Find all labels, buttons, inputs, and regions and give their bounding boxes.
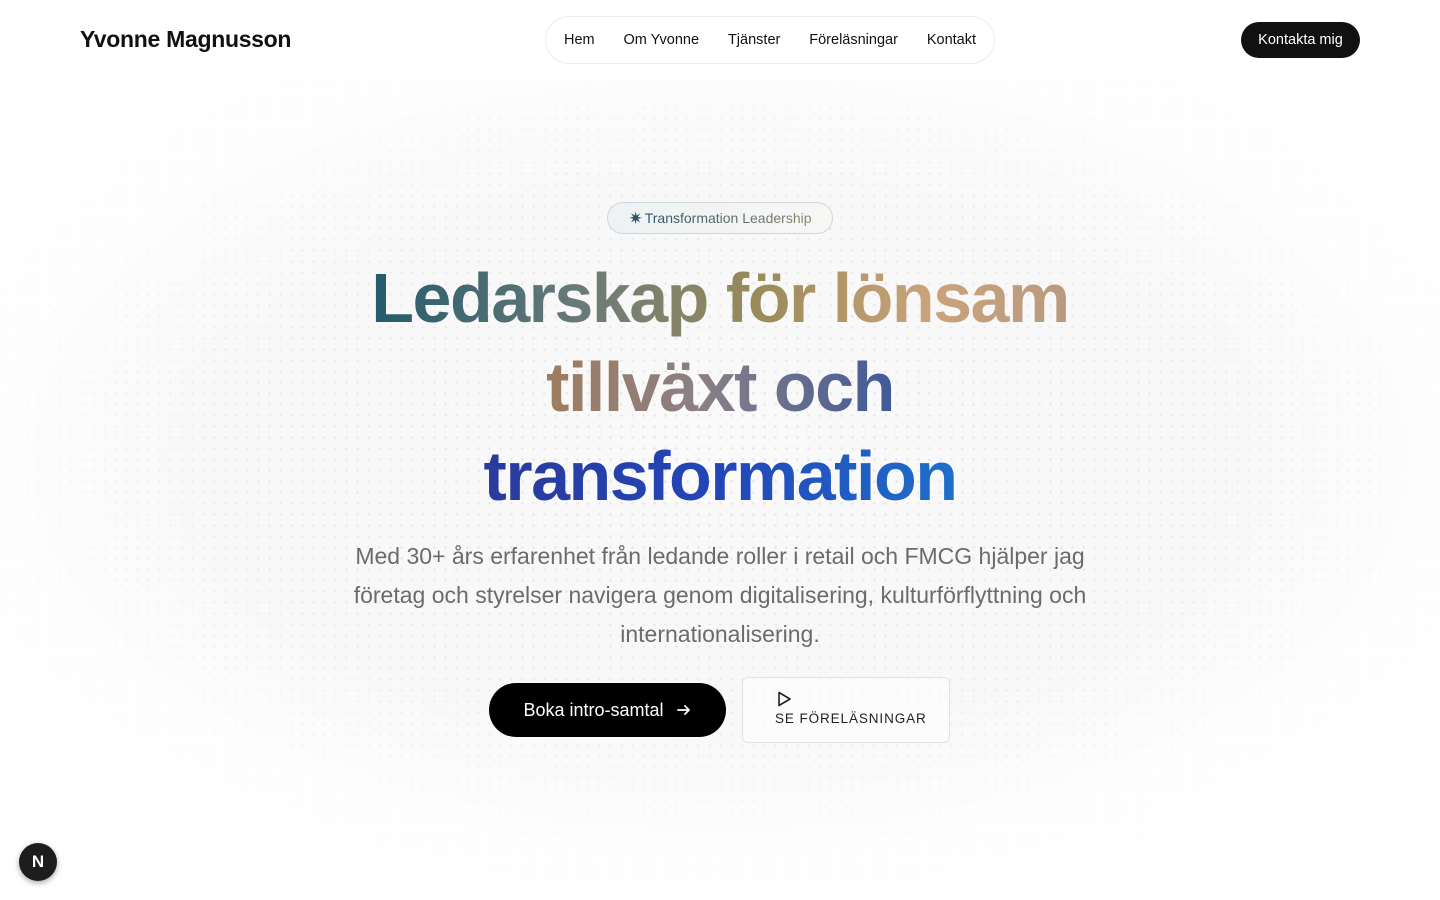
see-lectures-button[interactable]: SE FÖRELÄSNINGAR <box>742 677 950 743</box>
headline-word: tillväxt <box>546 348 756 426</box>
arrow-right-icon <box>676 705 690 715</box>
headline-word: transformation <box>483 437 958 515</box>
headline-word: för <box>725 259 815 337</box>
dev-tools-badge[interactable]: N <box>19 843 57 881</box>
brand-logo[interactable]: Yvonne Magnusson <box>80 26 291 53</box>
headline-word: och <box>773 348 894 426</box>
play-icon <box>778 691 791 707</box>
star-icon: ✷ <box>628 208 643 228</box>
book-intro-call-button[interactable]: Boka intro-samtal <box>489 683 726 737</box>
nav-link-forelasningar[interactable]: Föreläsningar <box>809 32 898 48</box>
hero-badge-label: Transformation Leadership <box>644 210 812 226</box>
hero-section: ✷ Transformation Leadership Ledarskap fö… <box>0 80 1440 880</box>
see-lectures-label: SE FÖRELÄSNINGAR <box>775 711 927 726</box>
hero-badge: ✷ Transformation Leadership <box>607 202 833 234</box>
headline-line-1: Ledarskap för lönsam <box>0 253 1440 343</box>
nav-link-kontakt[interactable]: Kontakt <box>927 32 976 48</box>
nav-link-om-yvonne[interactable]: Om Yvonne <box>624 32 700 48</box>
headline-word: Ledarskap <box>371 259 708 337</box>
headline-line-2: tillväxt och <box>0 342 1440 432</box>
nav-link-hem[interactable]: Hem <box>564 32 595 48</box>
book-intro-call-label: Boka intro-samtal <box>523 699 664 720</box>
nav-link-tjanster[interactable]: Tjänster <box>728 32 780 48</box>
headline-word: lönsam <box>832 259 1069 337</box>
hero-lead-text: Med 30+ års erfarenhet från ledande roll… <box>353 543 1087 647</box>
site-header: Yvonne Magnusson Hem Om Yvonne Tjänster … <box>0 0 1440 80</box>
main-nav: Hem Om Yvonne Tjänster Föreläsningar Kon… <box>545 16 995 64</box>
contact-me-button[interactable]: Kontakta mig <box>1241 22 1360 58</box>
headline-line-3: transformation <box>0 431 1440 521</box>
